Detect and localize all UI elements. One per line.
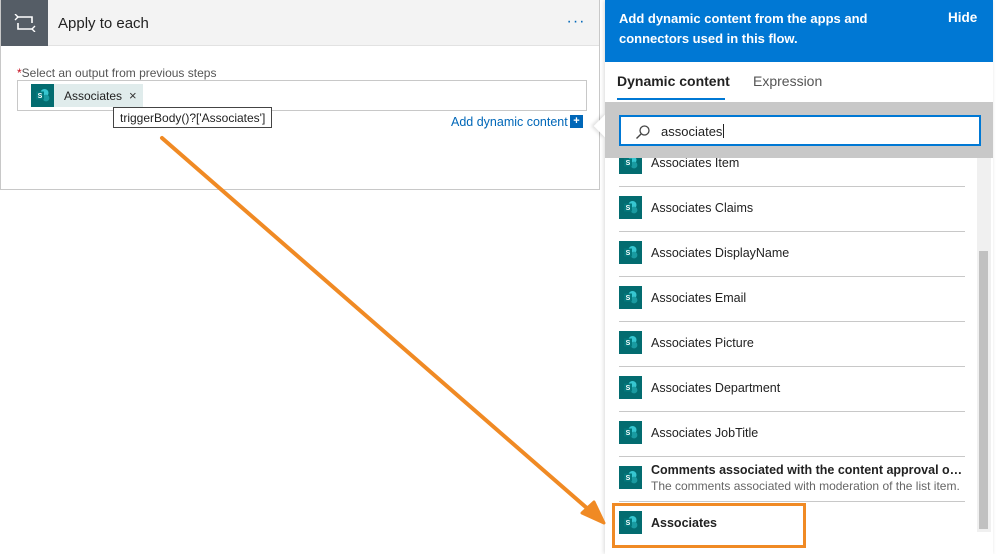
tab-expression[interactable]: Expression [753,73,822,89]
more-options-button[interactable]: ··· [561,10,591,34]
panel-header-text: Add dynamic content from the apps and co… [619,11,868,46]
sharepoint-icon: S [619,421,642,444]
list-item-label: Associates Email [651,291,747,305]
sharepoint-icon: S [619,466,642,489]
list-item-comments[interactable]: S Comments associated with the content a… [619,457,965,502]
hide-button[interactable]: Hide [948,10,977,25]
sharepoint-icon: S [619,158,642,174]
sharepoint-icon: S [619,331,642,354]
remove-token-icon[interactable]: × [129,88,137,103]
list-item-associates-displayname[interactable]: S Associates DisplayName [619,232,965,277]
list-item-description: The comments associated with moderation … [651,479,960,493]
token-label: Associates [64,88,123,103]
sharepoint-icon: S [619,196,642,219]
card-header[interactable]: Apply to each ··· [1,0,599,46]
associates-token[interactable]: S Associates × [31,84,143,107]
list-item-label: Comments associated with the content app… [651,463,965,477]
dynamic-content-panel: Add dynamic content from the apps and co… [593,0,993,554]
text-caret [723,124,725,138]
scrollbar-thumb[interactable] [979,251,988,529]
sharepoint-icon: S [619,286,642,309]
list-item-label: Associates Claims [651,201,754,215]
svg-text:S: S [626,385,631,392]
list-item-label: Associates JobTitle [651,426,759,440]
svg-text:S: S [38,93,43,100]
svg-text:S: S [626,430,631,437]
search-value-text: associates [661,124,723,139]
list-item-label: Associates DisplayName [651,246,790,260]
search-input[interactable]: associates [619,115,981,146]
sharepoint-icon: S [619,511,642,534]
list-item-associates[interactable]: S Associates [619,502,965,547]
list-item-associates-claims[interactable]: S Associates Claims [619,187,965,232]
list-item-label: Associates Picture [651,336,754,350]
list-item-associates-department[interactable]: S Associates Department [619,367,965,412]
svg-text:S: S [626,250,631,257]
loop-icon [1,0,48,46]
list-item-associates-jobtitle[interactable]: S Associates JobTitle [619,412,965,457]
field-label-text: Select an output from previous steps [21,66,217,80]
search-value: associates [661,124,725,139]
add-dynamic-content-plus-icon[interactable]: + [570,115,583,128]
apply-to-each-card: Apply to each ··· *Select an output from… [0,0,600,190]
svg-text:S: S [626,160,631,167]
add-dynamic-content-link[interactable]: Add dynamic content [451,115,568,129]
list-item-associates-item[interactable]: S Associates Item [619,158,965,187]
card-title: Apply to each [58,15,149,32]
sharepoint-icon: S [619,376,642,399]
sharepoint-icon: S [31,84,54,107]
list-item-associates-email[interactable]: S Associates Email [619,277,965,322]
svg-text:S: S [626,295,631,302]
svg-text:S: S [626,475,631,482]
list-item-associates-picture[interactable]: S Associates Picture [619,322,965,367]
svg-text:S: S [626,205,631,212]
list-item-label: Associates Department [651,381,781,395]
panel-tabs: Dynamic content Expression [605,62,993,102]
search-icon [635,124,651,145]
field-label: *Select an output from previous steps [17,66,216,80]
list-item-label: Associates Item [651,158,740,170]
tab-dynamic-content[interactable]: Dynamic content [617,73,730,89]
sharepoint-icon: S [619,241,642,264]
svg-text:S: S [626,520,631,527]
list-item-label: Associates [651,516,718,530]
active-tab-underline [617,98,725,100]
search-area: associates [605,102,993,158]
output-input[interactable]: S Associates × [17,80,587,111]
svg-text:S: S [626,340,631,347]
token-tooltip: triggerBody()?['Associates'] [113,107,273,128]
dynamic-content-list: S Associates Item S Associates Claims S … [605,158,977,554]
panel-header: Add dynamic content from the apps and co… [605,0,993,62]
list-scrollbar[interactable] [977,158,991,532]
